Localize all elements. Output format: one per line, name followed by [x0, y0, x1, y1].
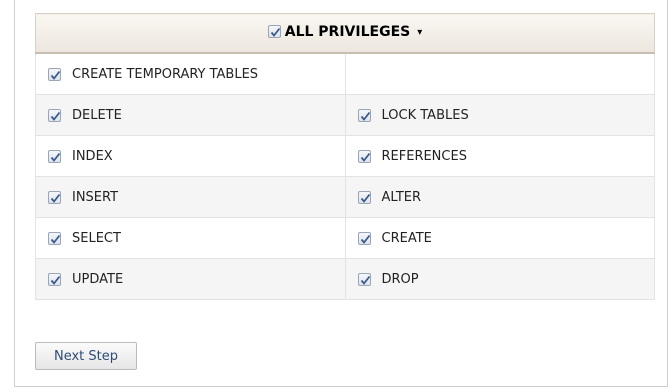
checkbox-checked-icon[interactable]	[48, 149, 61, 163]
privilege-label: INSERT	[72, 189, 119, 205]
privilege-label: LOCK TABLES	[381, 107, 469, 123]
privilege-label: REFERENCES	[381, 148, 467, 164]
checkbox-checked-icon[interactable]	[357, 231, 371, 245]
privilege-cell-alter[interactable]: ALTER	[344, 176, 655, 218]
caret-down-icon[interactable]: ▾	[417, 27, 422, 38]
privilege-cell-create[interactable]: CREATE	[344, 217, 655, 259]
privilege-label: UPDATE	[72, 271, 124, 287]
privilege-row: SELECT CREATE	[35, 217, 655, 259]
privilege-cell-lock-tables[interactable]: LOCK TABLES	[344, 94, 655, 136]
checkbox-checked-icon[interactable]	[357, 190, 371, 204]
privilege-row: CREATE TEMPORARY TABLES	[35, 52, 655, 95]
all-privileges-label: ALL PRIVILEGES	[284, 23, 411, 40]
privileges-table: ALL PRIVILEGES ▾ CREATE TEMPORARY TABLES	[35, 13, 655, 300]
privilege-row: DELETE LOCK TABLES	[35, 94, 655, 136]
checkbox-checked-icon[interactable]	[48, 108, 61, 122]
checkbox-checked-icon[interactable]	[357, 108, 371, 122]
privilege-row: UPDATE DROP	[35, 258, 655, 300]
privilege-cell-references[interactable]: REFERENCES	[344, 135, 655, 177]
checkbox-checked-icon[interactable]	[48, 190, 61, 204]
empty-cell	[344, 52, 655, 95]
checkbox-checked-icon[interactable]	[48, 272, 61, 286]
privilege-cell-delete[interactable]: DELETE	[35, 94, 346, 136]
privilege-label: CREATE TEMPORARY TABLES	[72, 66, 259, 82]
all-privileges-header[interactable]: ALL PRIVILEGES ▾	[35, 13, 655, 54]
privilege-cell-select[interactable]: SELECT	[35, 217, 346, 259]
checkbox-checked-icon[interactable]	[357, 272, 371, 286]
privilege-label: DROP	[381, 271, 419, 287]
privilege-label: SELECT	[72, 230, 121, 246]
checkbox-checked-icon[interactable]	[48, 67, 61, 81]
checkbox-checked-icon[interactable]	[357, 149, 371, 163]
checkbox-checked-icon[interactable]	[267, 25, 281, 39]
privileges-panel: ALL PRIVILEGES ▾ CREATE TEMPORARY TABLES	[14, 0, 668, 387]
next-step-button[interactable]: Next Step	[35, 342, 137, 370]
privilege-cell-index[interactable]: INDEX	[35, 135, 346, 177]
privilege-cell-update[interactable]: UPDATE	[35, 258, 346, 300]
privilege-cell-drop[interactable]: DROP	[344, 258, 655, 300]
checkbox-checked-icon[interactable]	[48, 231, 61, 245]
privilege-cell-create-temporary-tables[interactable]: CREATE TEMPORARY TABLES	[35, 52, 346, 95]
privilege-label: CREATE	[381, 230, 432, 246]
privilege-row: INDEX REFERENCES	[35, 135, 655, 177]
privilege-row: INSERT ALTER	[35, 176, 655, 218]
privilege-label: INDEX	[72, 148, 113, 164]
privilege-cell-insert[interactable]: INSERT	[35, 176, 346, 218]
privilege-label: ALTER	[381, 189, 422, 205]
privilege-label: DELETE	[72, 107, 122, 123]
